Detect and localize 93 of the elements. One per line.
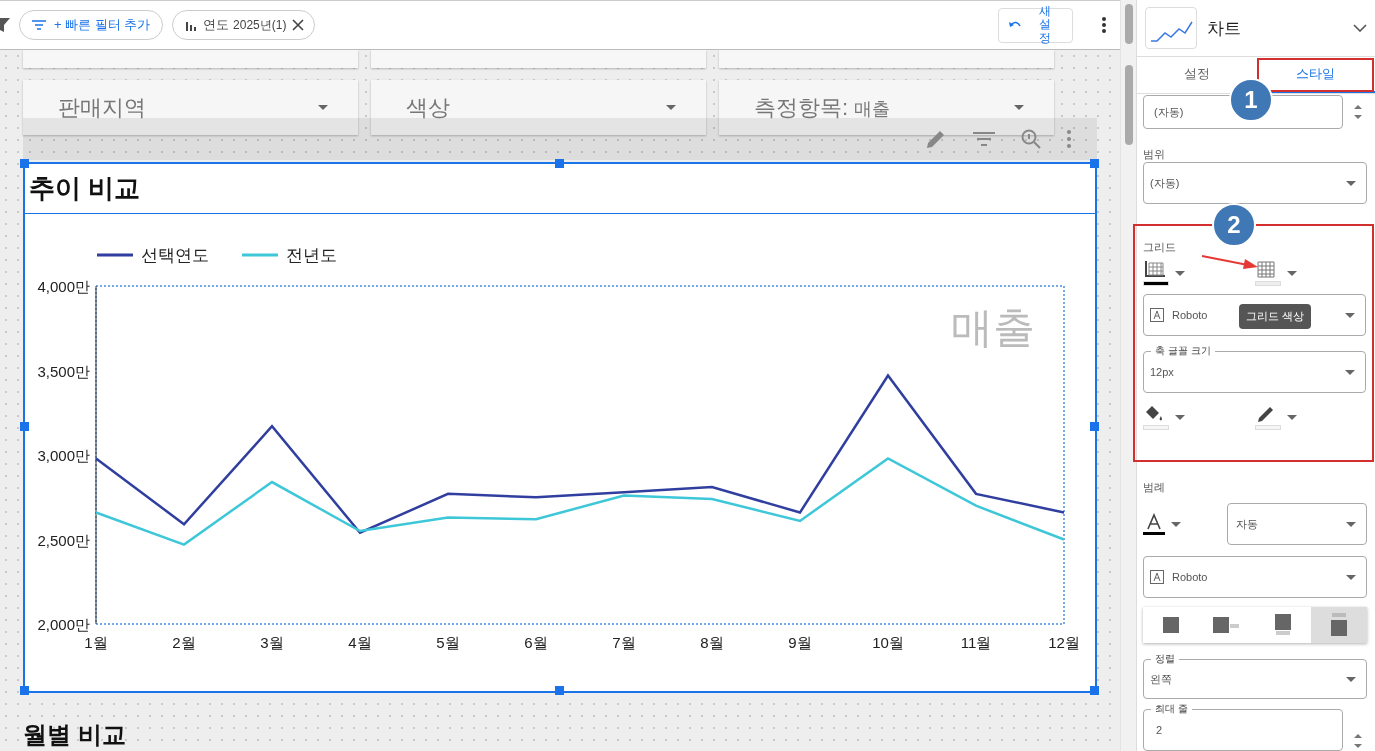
- select-field[interactable]: 자동: [1227, 503, 1367, 545]
- caret-icon: [1346, 521, 1356, 527]
- axis-label: 3월: [260, 634, 284, 651]
- resize-handle[interactable]: [554, 685, 564, 695]
- caret-icon: [318, 105, 328, 110]
- caret-icon: [1345, 369, 1355, 375]
- chart-card[interactable]: 추이 비교 선택연도 전년도 4,000만 3,500만 3,000만 2,500만 2,000만 1월 2월 3월 4월 5월 6월 7월 8월 9월 10월 11월 12월 매출: [23, 162, 1097, 693]
- spinner-icon[interactable]: [1353, 731, 1363, 751]
- dropdown-control[interactable]: 판매지역: [23, 80, 358, 135]
- axis-label: 2월: [172, 634, 196, 651]
- tooltip: 그리드 색상: [1239, 304, 1312, 329]
- text-color-button[interactable]: [1143, 513, 1181, 535]
- close-icon[interactable]: [292, 19, 305, 31]
- legend-right-icon: [1213, 616, 1241, 634]
- caret-icon: [1286, 415, 1297, 420]
- caret-icon: [1346, 180, 1356, 186]
- field-label: 축 글꼴 크기: [1151, 345, 1215, 357]
- section-label: 범위: [1143, 147, 1166, 162]
- axis-label: 3,000만: [37, 447, 90, 464]
- axis-label: 3,500만: [37, 362, 90, 380]
- caret-icon: [1346, 676, 1356, 682]
- axis-label: 4,000만: [37, 278, 90, 295]
- filter-lines-icon: [32, 20, 46, 30]
- axis-label: 4월: [348, 634, 372, 651]
- field-label: 정렬: [1151, 653, 1179, 665]
- resize-handle[interactable]: [1089, 422, 1099, 431]
- axis-label: 2,500만: [37, 531, 90, 549]
- legend-label: 선택연도: [141, 246, 209, 265]
- axis-label: 6월: [524, 634, 548, 651]
- resize-handle[interactable]: [19, 685, 29, 695]
- font-icon: [1150, 308, 1164, 322]
- metric-label: 매출: [951, 304, 1035, 351]
- dropdown-control[interactable]: 측정항목: 매출: [719, 80, 1054, 135]
- section-title: 월별 비교: [23, 720, 127, 750]
- axis-label: 2,000만: [37, 616, 90, 633]
- legend-position-button[interactable]: [1311, 607, 1367, 643]
- caret-icon: [1171, 521, 1181, 527]
- pointer-arrow: [1201, 254, 1259, 270]
- quick-filter-button[interactable]: + 빠른 필터 추가: [19, 10, 164, 40]
- axis-label: 5월: [436, 634, 460, 651]
- axis-label: 7월: [612, 634, 636, 651]
- line-chart-icon: [1145, 7, 1197, 50]
- legend-position-button[interactable]: [1255, 607, 1311, 643]
- spinner-icon[interactable]: [1353, 102, 1363, 122]
- resize-handle[interactable]: [1089, 158, 1099, 168]
- resize-handle[interactable]: [1089, 685, 1099, 695]
- section-label: 그리드: [1143, 240, 1177, 255]
- font-icon: [1150, 570, 1164, 584]
- axis-label: 10월: [872, 634, 904, 651]
- chart-title: 추이 비교: [25, 164, 1095, 214]
- filter-lines-icon[interactable]: [973, 131, 995, 147]
- axis-label: 9월: [788, 634, 812, 651]
- legend-label: 전년도: [286, 246, 337, 265]
- resize-handle[interactable]: [19, 158, 29, 168]
- pencil-icon[interactable]: [925, 128, 947, 150]
- more-icon[interactable]: [1102, 17, 1107, 33]
- caret-icon: [1286, 271, 1297, 276]
- caret-icon: [1175, 271, 1185, 276]
- field-label: 최대 줄: [1151, 703, 1192, 715]
- axis-label: 11월: [960, 634, 992, 651]
- chevron-down-icon[interactable]: [1353, 24, 1367, 33]
- resize-handle[interactable]: [19, 422, 29, 431]
- axis-grid-icon: [1143, 261, 1165, 279]
- caret-icon: [1175, 415, 1185, 420]
- bar-chart-icon: [185, 19, 198, 31]
- scrollbar[interactable]: [1120, 0, 1136, 751]
- caret-icon: [1346, 574, 1356, 580]
- axis-label: 8월: [700, 634, 724, 651]
- tab[interactable]: 스타일: [1256, 57, 1375, 93]
- caret-icon: [1345, 312, 1355, 318]
- legend-item: 선택연도: [97, 246, 209, 265]
- legend-top-icon: [1330, 613, 1348, 637]
- axis-label: 12월: [1048, 634, 1080, 651]
- legend-bottom-icon: [1274, 614, 1292, 636]
- text-color-icon: [1143, 513, 1165, 535]
- caret-icon: [1014, 105, 1024, 110]
- step-badge: 2: [1212, 203, 1256, 247]
- font-select[interactable]: Roboto: [1143, 556, 1367, 598]
- select-field[interactable]: (자동): [1143, 162, 1367, 204]
- undo-icon: [1009, 20, 1022, 30]
- caret-icon: [666, 105, 676, 110]
- legend-item: 전년도: [242, 246, 337, 265]
- reset-button[interactable]: 새설정: [998, 7, 1074, 43]
- filter-chip[interactable]: 연도 2025년(1): [172, 10, 316, 40]
- panel-title: 차트: [1207, 17, 1242, 40]
- dropdown-control[interactable]: 색상: [371, 80, 706, 135]
- square-icon: [1162, 616, 1180, 634]
- resize-handle[interactable]: [554, 158, 564, 168]
- grid-icon: [1254, 261, 1277, 279]
- section-label: 범례: [1143, 480, 1166, 495]
- zoom-icon[interactable]: [1021, 129, 1041, 149]
- legend-position-button[interactable]: [1143, 607, 1199, 643]
- axis-label: 1월: [84, 634, 108, 651]
